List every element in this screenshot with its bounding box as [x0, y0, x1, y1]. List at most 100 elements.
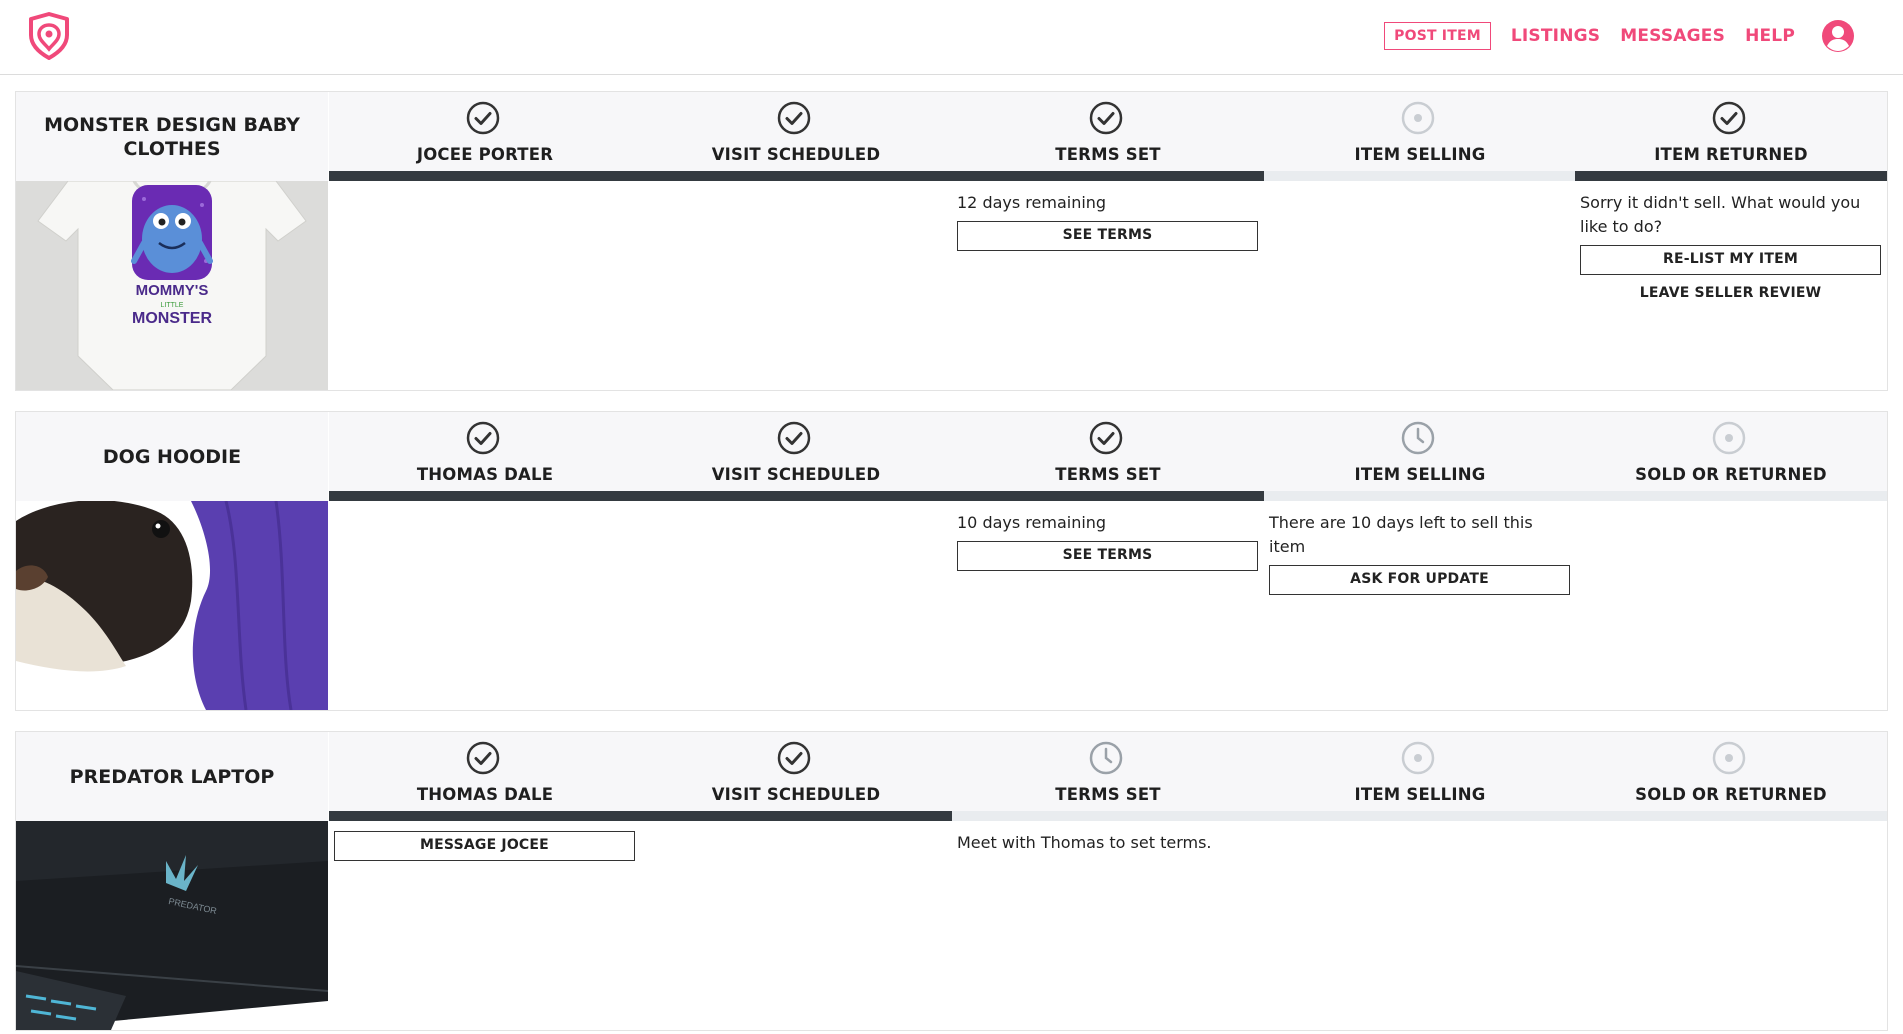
- dot-circle-icon: [1712, 421, 1746, 455]
- step-content: MESSAGE JOCEE: [329, 821, 641, 1030]
- step-header: SOLD OR RETURNED: [1575, 412, 1887, 501]
- dot-circle-icon: [1401, 741, 1435, 775]
- post-item-button[interactable]: POST ITEM: [1384, 22, 1491, 50]
- step-progress-bar: [1575, 171, 1887, 181]
- listing-photo[interactable]: PREDATOR: [16, 821, 328, 1030]
- return-message-text: Sorry it didn't sell. What would you lik…: [1580, 193, 1861, 236]
- step-header: SOLD OR RETURNED: [1575, 732, 1887, 821]
- nav-help-link[interactable]: HELP: [1745, 26, 1795, 46]
- relist-item-button[interactable]: RE-LIST MY ITEM: [1580, 245, 1881, 275]
- step-header: TERMS SET: [952, 732, 1264, 821]
- see-terms-button[interactable]: SEE TERMS: [957, 221, 1258, 251]
- set-terms-instruction-text: Meet with Thomas to set terms.: [957, 833, 1212, 852]
- clock-icon: [1401, 421, 1435, 455]
- step-progress-bar: [952, 491, 1264, 501]
- step-label: TERMS SET: [1055, 145, 1161, 164]
- check-circle-icon: [1089, 101, 1123, 135]
- laptop-photo: PREDATOR: [16, 821, 328, 1030]
- step-label: ITEM SELLING: [1354, 465, 1486, 484]
- step-header: TERMS SET: [952, 92, 1264, 181]
- user-account-icon[interactable]: [1821, 19, 1855, 53]
- step-label: ITEM SELLING: [1354, 785, 1486, 804]
- step-header: ITEM SELLING: [1264, 732, 1576, 821]
- message-jocee-button[interactable]: MESSAGE JOCEE: [334, 831, 635, 861]
- days-left-text: There are 10 days left to sell this item: [1269, 513, 1533, 556]
- see-terms-button[interactable]: SEE TERMS: [957, 541, 1258, 571]
- progress-steps: THOMAS DALE MESSAGE JOCEE VISIT SCHEDULE…: [329, 732, 1887, 1030]
- step-header: TERMS SET: [952, 412, 1264, 501]
- step-content: 12 days remaining SEE TERMS: [952, 181, 1264, 390]
- step-progress-bar: [1264, 171, 1576, 181]
- step-label: VISIT SCHEDULED: [711, 145, 881, 164]
- step-label: THOMAS DALE: [416, 785, 554, 804]
- dog-hoodie-photo: [16, 501, 328, 710]
- check-circle-icon: [466, 421, 500, 455]
- step-label: TERMS SET: [1055, 465, 1161, 484]
- dot-circle-icon: [1401, 101, 1435, 135]
- check-circle-icon: [777, 741, 811, 775]
- step-progress-bar: [1264, 811, 1576, 821]
- check-circle-icon: [777, 421, 811, 455]
- step-progress-bar: [329, 171, 641, 181]
- listing-title: DOG HOODIE: [16, 412, 328, 501]
- dot-circle-icon: [1712, 741, 1746, 775]
- step-label: SOLD OR RETURNED: [1635, 465, 1827, 484]
- step-content: [640, 181, 952, 390]
- step-label: ITEM RETURNED: [1654, 145, 1808, 164]
- step-content: [329, 181, 641, 390]
- nav-listings-link[interactable]: LISTINGS: [1511, 26, 1600, 46]
- step-progress-bar: [952, 171, 1264, 181]
- step-header: JOCEE PORTER: [329, 92, 641, 181]
- onesie-print-line1: MOMMY'S: [136, 282, 209, 299]
- step-content: [1575, 821, 1887, 1030]
- check-circle-icon: [777, 101, 811, 135]
- progress-steps: THOMAS DALE VISIT SCHEDULED TERMS SET 10…: [329, 412, 1887, 710]
- step-content: [1264, 181, 1576, 390]
- step-progress-bar: [640, 491, 952, 501]
- onesie-print-line3: MONSTER: [132, 310, 212, 327]
- listing-card: PREDATOR LAPTOP PREDATOR THOMAS DALE MES…: [15, 731, 1888, 1031]
- step-progress-bar: [1264, 491, 1576, 501]
- check-circle-icon: [466, 741, 500, 775]
- baby-onesie-photo: MOMMY'S LITTLE MONSTER: [16, 181, 328, 390]
- progress-steps: JOCEE PORTER VISIT SCHEDULED TERMS SET 1…: [329, 92, 1887, 390]
- step-header: ITEM RETURNED: [1575, 92, 1887, 181]
- step-header: THOMAS DALE: [329, 732, 641, 821]
- step-content: There are 10 days left to sell this item…: [1264, 501, 1576, 710]
- ask-for-update-button[interactable]: ASK FOR UPDATE: [1269, 565, 1570, 595]
- brand-logo-icon[interactable]: [27, 11, 71, 61]
- listing-card: DOG HOODIE THOMAS DALE VISIT SCHEDULED T…: [15, 411, 1888, 711]
- clock-icon: [1089, 741, 1123, 775]
- listing-title: MONSTER DESIGN BABY CLOTHES: [16, 92, 328, 181]
- listing-photo[interactable]: MOMMY'S LITTLE MONSTER: [16, 181, 328, 390]
- days-remaining-text: 10 days remaining: [957, 513, 1107, 532]
- step-header: VISIT SCHEDULED: [640, 732, 952, 821]
- step-label: VISIT SCHEDULED: [711, 785, 881, 804]
- step-label: ITEM SELLING: [1354, 145, 1486, 164]
- step-progress-bar: [640, 811, 952, 821]
- step-content: [640, 501, 952, 710]
- step-content: Sorry it didn't sell. What would you lik…: [1575, 181, 1887, 390]
- nav-messages-link[interactable]: MESSAGES: [1620, 26, 1725, 46]
- step-progress-bar: [1575, 491, 1887, 501]
- step-content: [1575, 501, 1887, 710]
- step-content: [1264, 821, 1576, 1030]
- check-circle-icon: [1089, 421, 1123, 455]
- step-header: ITEM SELLING: [1264, 412, 1576, 501]
- step-content: Meet with Thomas to set terms.: [952, 821, 1264, 1030]
- days-remaining-text: 12 days remaining: [957, 193, 1107, 212]
- step-header: VISIT SCHEDULED: [640, 92, 952, 181]
- step-progress-bar: [1575, 811, 1887, 821]
- step-header: THOMAS DALE: [329, 412, 641, 501]
- step-content: [640, 821, 952, 1030]
- listing-title: PREDATOR LAPTOP: [16, 732, 328, 821]
- listing-summary: MONSTER DESIGN BABY CLOTHES MOMMY'S LITT…: [16, 92, 328, 390]
- step-content: 10 days remaining SEE TERMS: [952, 501, 1264, 710]
- step-label: SOLD OR RETURNED: [1635, 785, 1827, 804]
- step-label: TERMS SET: [1055, 785, 1161, 804]
- listing-card: MONSTER DESIGN BABY CLOTHES MOMMY'S LITT…: [15, 91, 1888, 391]
- step-header: VISIT SCHEDULED: [640, 412, 952, 501]
- listing-photo[interactable]: [16, 501, 328, 710]
- check-circle-icon: [466, 101, 500, 135]
- leave-seller-review-link[interactable]: LEAVE SELLER REVIEW: [1580, 285, 1881, 301]
